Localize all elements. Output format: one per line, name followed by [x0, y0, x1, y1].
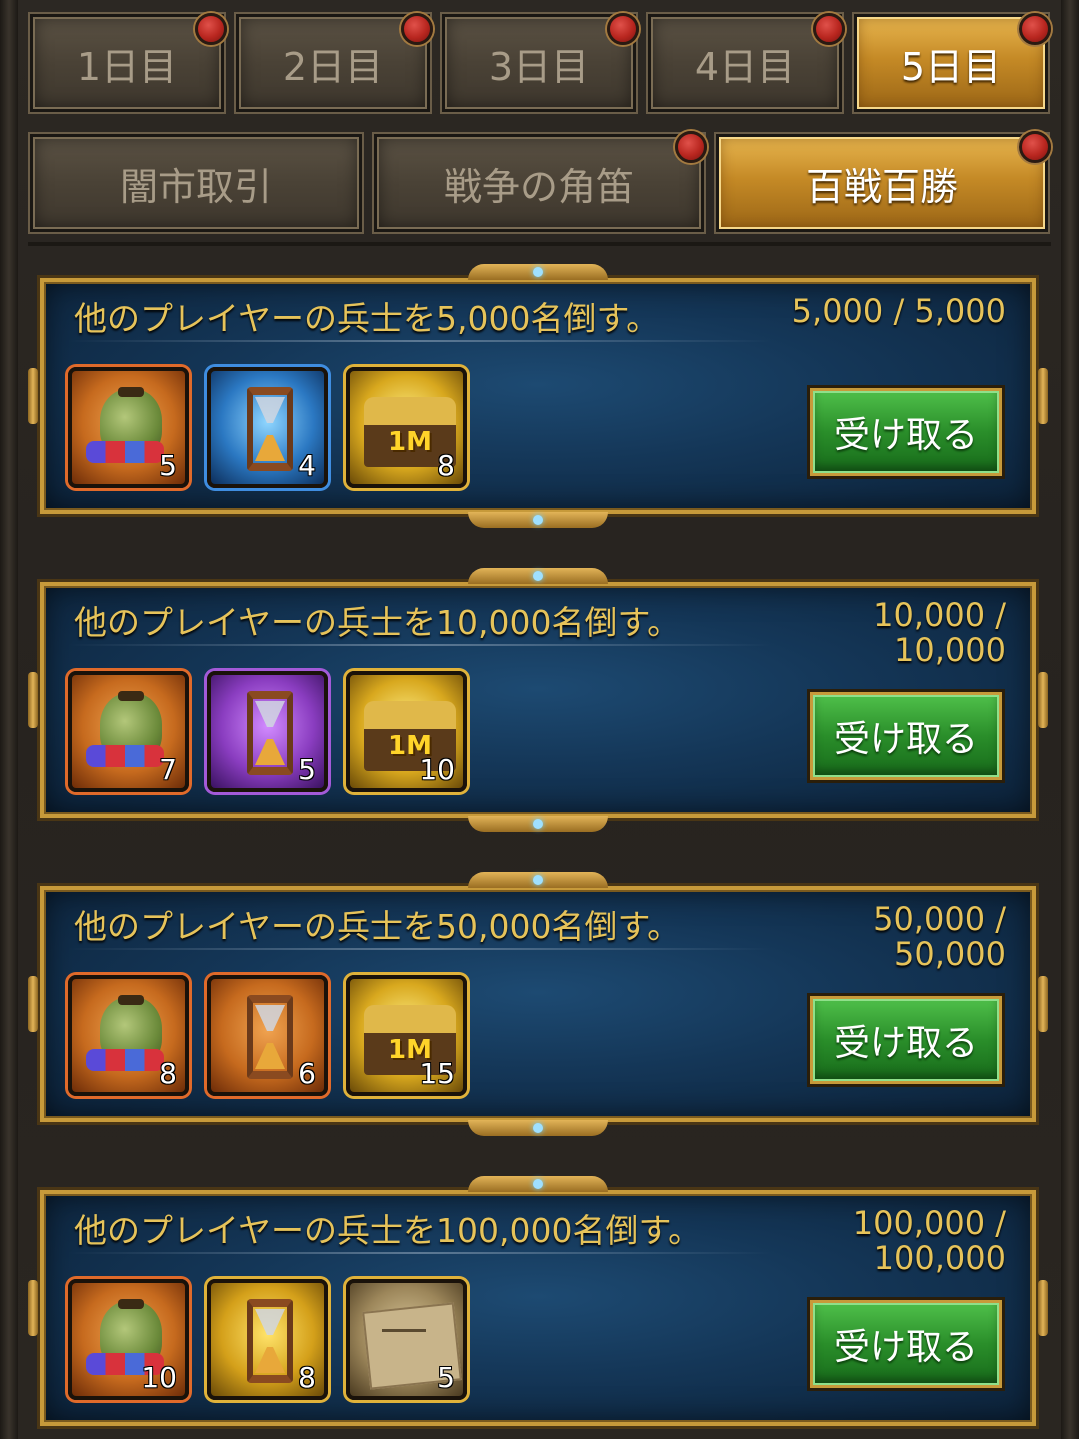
reward-count: 6	[298, 1057, 316, 1090]
tab-label: 2日目	[282, 44, 384, 89]
gold-chest-1m-icon[interactable]: 1M 8	[346, 367, 467, 488]
quest-card: 他のプレイヤーの兵士を5,000名倒す。 5,000 / 5,000 5 4 1…	[28, 264, 1048, 528]
speedup-hourglass-icon[interactable]: 6	[207, 975, 328, 1096]
tab-day-5[interactable]: 5日目	[852, 12, 1051, 114]
card-ornament	[1038, 1280, 1048, 1336]
card-ornament	[1038, 368, 1048, 424]
speedup-hourglass-icon[interactable]: 4	[207, 367, 328, 488]
reward-count: 10	[419, 753, 455, 786]
chest-label: 1M	[388, 427, 432, 457]
card-ornament	[1038, 672, 1048, 728]
card-ornament	[28, 1280, 38, 1336]
quest-progress: 5,000 / 5,000	[791, 292, 1006, 330]
claim-button[interactable]: 受け取る	[807, 993, 1005, 1087]
speedup-hourglass-icon[interactable]: 5	[207, 671, 328, 792]
tab-war-horn[interactable]: 戦争の角笛	[372, 131, 707, 234]
reward-list: 10 8 5	[68, 1279, 467, 1400]
speedup-hourglass-icon[interactable]: 8	[207, 1279, 328, 1400]
notification-badge	[1019, 13, 1051, 45]
tab-day-2[interactable]: 2日目	[234, 12, 433, 114]
reward-count: 5	[298, 753, 316, 786]
card-ornament	[468, 816, 608, 832]
reward-count: 8	[437, 449, 455, 482]
tab-label: 1日目	[76, 44, 178, 89]
notification-badge	[401, 13, 433, 45]
title-divider	[68, 644, 772, 646]
tab-label: 4日目	[694, 44, 796, 89]
gold-chest-1m-icon[interactable]: 1M 15	[346, 975, 467, 1096]
card-ornament	[468, 872, 608, 888]
quest-title: 他のプレイヤーの兵士を5,000名倒す。	[74, 299, 660, 338]
gold-chest-1m-icon[interactable]: 1M 10	[346, 671, 467, 792]
gem-bag-icon[interactable]: 7	[68, 671, 189, 792]
reward-list: 5 4 1M 8	[68, 367, 467, 488]
reward-count: 4	[298, 449, 316, 482]
notification-badge	[195, 13, 227, 45]
claim-button[interactable]: 受け取る	[807, 385, 1005, 479]
tab-label: 5日目	[900, 44, 1002, 89]
tab-black-market[interactable]: 闇市取引	[28, 132, 364, 234]
right-frame	[1061, 0, 1079, 1439]
quest-card: 他のプレイヤーの兵士を10,000名倒す。 10,000 / 10,000 7 …	[28, 568, 1048, 832]
tab-day-1[interactable]: 1日目	[28, 12, 227, 114]
reward-count: 7	[159, 753, 177, 786]
tab-label: 百戦百勝	[805, 164, 958, 209]
claim-button[interactable]: 受け取る	[807, 689, 1005, 783]
quest-card: 他のプレイヤーの兵士を100,000名倒す。 100,000 / 100,000…	[28, 1176, 1048, 1429]
title-divider	[68, 948, 772, 950]
card-ornament	[28, 976, 38, 1032]
quest-title: 他のプレイヤーの兵士を50,000名倒す。	[74, 907, 681, 946]
gem-bag-icon[interactable]: 5	[68, 367, 189, 488]
notification-badge	[607, 13, 639, 45]
notification-badge	[813, 13, 845, 45]
quest-title: 他のプレイヤーの兵士を100,000名倒す。	[74, 1211, 702, 1250]
reward-count: 8	[298, 1361, 316, 1394]
reward-count: 10	[141, 1361, 177, 1394]
quest-progress: 10,000 / 10,000	[873, 596, 1006, 669]
reward-list: 8 6 1M 15	[68, 975, 467, 1096]
tab-label: 戦争の角笛	[443, 164, 634, 209]
gem-bag-icon[interactable]: 10	[68, 1279, 189, 1400]
card-ornament	[468, 264, 608, 280]
card-ornament	[28, 368, 38, 424]
notification-badge	[675, 131, 707, 163]
reward-count: 15	[419, 1057, 455, 1090]
title-divider	[68, 1252, 772, 1254]
card-ornament	[468, 1176, 608, 1192]
card-ornament	[468, 512, 608, 528]
quest-progress: 100,000 / 100,000	[852, 1204, 1006, 1277]
tab-divider	[28, 242, 1051, 246]
gem-bag-icon[interactable]: 8	[68, 975, 189, 1096]
title-divider	[68, 340, 772, 342]
map-scroll-icon[interactable]: 5	[346, 1279, 467, 1400]
quest-progress: 50,000 / 50,000	[873, 900, 1006, 973]
tab-day-4[interactable]: 4日目	[646, 12, 845, 114]
notification-badge	[1019, 131, 1051, 163]
reward-count: 8	[159, 1057, 177, 1090]
reward-count: 5	[159, 449, 177, 482]
tab-label: 3日目	[488, 44, 590, 89]
card-ornament	[28, 672, 38, 728]
tab-label: 闇市取引	[119, 164, 272, 209]
tab-day-3[interactable]: 3日目	[440, 12, 639, 114]
reward-count: 5	[437, 1361, 455, 1394]
tab-hundred-victories[interactable]: 百戦百勝	[714, 131, 1051, 234]
quest-card: 他のプレイヤーの兵士を50,000名倒す。 50,000 / 50,000 8 …	[28, 872, 1048, 1136]
reward-list: 7 5 1M 10	[68, 671, 467, 792]
card-ornament	[1038, 976, 1048, 1032]
card-ornament	[468, 568, 608, 584]
left-frame	[0, 0, 18, 1439]
card-ornament	[468, 1120, 608, 1136]
quest-title: 他のプレイヤーの兵士を10,000名倒す。	[74, 603, 681, 642]
claim-button[interactable]: 受け取る	[807, 1297, 1005, 1391]
